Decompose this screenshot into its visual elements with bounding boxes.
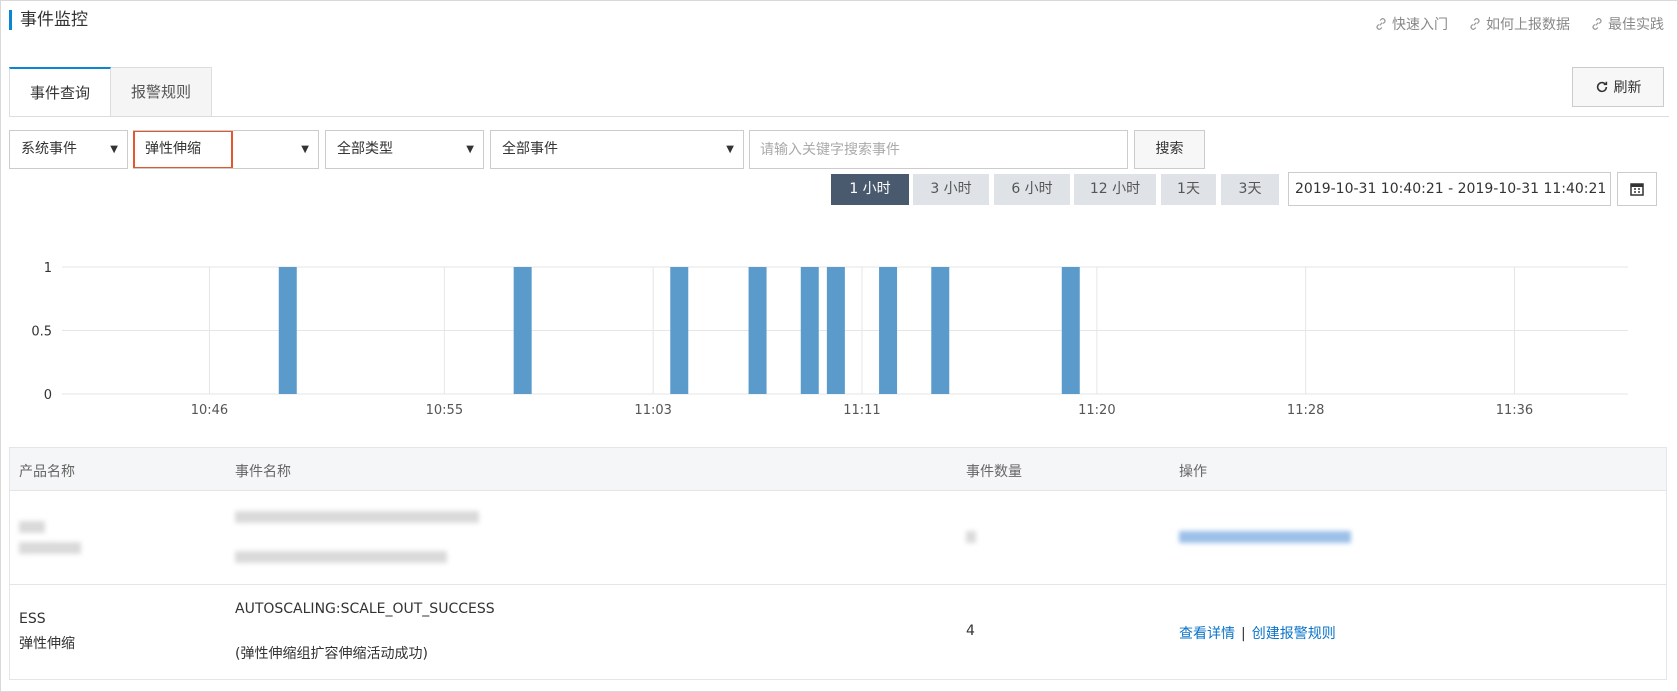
- chevron-down-icon: ▼: [726, 144, 734, 155]
- range-12h-button[interactable]: 12 小时: [1074, 174, 1156, 205]
- column-header-event-name: 事件名称: [235, 464, 291, 480]
- x-tick-label: 11:11: [843, 403, 880, 418]
- chart-bar: [931, 267, 950, 394]
- chart-bar: [748, 267, 767, 394]
- table-row-redacted: [10, 491, 1666, 585]
- link-icon: [1376, 18, 1386, 30]
- search-input[interactable]: [749, 130, 1128, 169]
- chart-bar: [670, 267, 689, 394]
- y-tick-label: 0.5: [31, 325, 52, 340]
- calendar-button[interactable]: [1617, 172, 1657, 206]
- redacted-text: [235, 511, 479, 523]
- link-quick-start[interactable]: 快速入门: [1374, 14, 1448, 34]
- x-tick-label: 10:55: [426, 403, 463, 418]
- column-header-action: 操作: [1179, 464, 1207, 480]
- event-chart: 0 0.5 1 10:46 10:55 11:03 11:11 11:20 11:28 11:36: [31, 261, 1628, 418]
- range-6h-button[interactable]: 6 小时: [994, 174, 1070, 205]
- y-tick-label: 1: [44, 261, 52, 276]
- redacted-text: [235, 551, 447, 563]
- chart-bar: [278, 267, 297, 394]
- chart-bar: [800, 267, 819, 394]
- table-header: 产品名称 事件名称 事件数量 操作: [10, 448, 1666, 491]
- event-name: AUTOSCALING:SCALE_OUT_SUCCESS: [235, 601, 495, 617]
- event-table: 产品名称 事件名称 事件数量 操作 ESS 弹性伸缩 AUTOSCALING:S…: [9, 447, 1667, 680]
- range-1d-button[interactable]: 1天: [1161, 174, 1216, 205]
- x-tick-label: 11:20: [1078, 403, 1115, 418]
- redacted-text: [19, 521, 45, 533]
- x-tick-label: 11:36: [1496, 403, 1533, 418]
- link-icon: [1470, 18, 1480, 30]
- range-3d-button[interactable]: 3天: [1221, 174, 1279, 205]
- refresh-icon: [1596, 81, 1607, 93]
- product-name: 弹性伸缩: [19, 636, 75, 652]
- event-description: (弹性伸缩组扩容伸缩活动成功): [235, 646, 428, 662]
- page-title: 事件监控: [9, 10, 88, 30]
- chevron-down-icon: ▼: [110, 144, 118, 155]
- redacted-text: [19, 542, 81, 554]
- product-code: ESS: [19, 611, 46, 627]
- event-count: 4: [966, 623, 975, 639]
- link-icon: [1592, 18, 1602, 30]
- action-separator: |: [1241, 626, 1246, 642]
- chart-bar: [826, 267, 845, 394]
- chart-bar: [1061, 267, 1080, 394]
- x-tick-label: 10:46: [191, 403, 228, 418]
- event-select[interactable]: 全部事件 ▼: [490, 130, 744, 169]
- tab-divider: [9, 116, 1669, 117]
- row-actions: 查看详情 | 创建报警规则: [1179, 623, 1336, 643]
- tab-alarm-rules[interactable]: 报警规则: [111, 67, 213, 117]
- chart-bar: [513, 267, 532, 394]
- link-how-to-report[interactable]: 如何上报数据: [1468, 14, 1570, 34]
- chevron-down-icon: ▼: [466, 144, 474, 155]
- date-range-input[interactable]: 2019-10-31 10:40:21 - 2019-10-31 11:40:2…: [1288, 172, 1611, 206]
- range-1h-button[interactable]: 1 小时: [831, 174, 909, 205]
- chart-bar: [879, 267, 898, 394]
- y-tick-label: 0: [44, 388, 52, 403]
- redacted-text: [966, 531, 976, 543]
- table-row: ESS 弹性伸缩 AUTOSCALING:SCALE_OUT_SUCCESS (…: [10, 585, 1666, 679]
- link-best-practice[interactable]: 最佳实践: [1590, 14, 1664, 34]
- create-alarm-rule-link[interactable]: 创建报警规则: [1252, 626, 1336, 642]
- top-links: 快速入门 如何上报数据 最佳实践: [1374, 14, 1664, 34]
- tab-event-query[interactable]: 事件查询: [9, 67, 112, 117]
- event-source-select[interactable]: 系统事件 ▼: [9, 130, 128, 169]
- tab-bar: 事件查询 报警规则: [9, 67, 213, 117]
- redacted-link[interactable]: [1179, 531, 1351, 543]
- search-button[interactable]: 搜索: [1134, 130, 1205, 169]
- view-details-link[interactable]: 查看详情: [1179, 626, 1235, 642]
- product-select[interactable]: 弹性伸缩: [133, 130, 233, 169]
- column-header-count: 事件数量: [966, 464, 1022, 480]
- column-header-product: 产品名称: [19, 464, 75, 480]
- x-tick-label: 11:03: [634, 403, 671, 418]
- x-tick-label: 11:28: [1287, 403, 1324, 418]
- refresh-button[interactable]: 刷新: [1572, 67, 1664, 107]
- range-3h-button[interactable]: 3 小时: [913, 174, 989, 205]
- type-select[interactable]: 全部类型 ▼: [325, 130, 484, 169]
- calendar-icon: [1630, 183, 1644, 196]
